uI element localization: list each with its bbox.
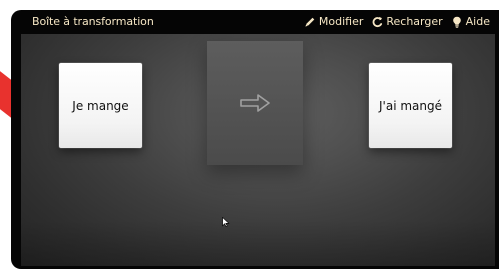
help-label: Aide — [465, 15, 490, 28]
reload-icon — [371, 16, 383, 28]
transformation-canvas: Je mange J'ai mangé — [21, 34, 495, 266]
toolbar-actions: Modifier Recharger Aide — [296, 10, 490, 34]
input-card-label: Je mange — [72, 98, 129, 113]
modify-button[interactable]: Modifier — [304, 10, 363, 34]
transformation-box[interactable] — [207, 41, 303, 165]
reload-label: Recharger — [386, 15, 443, 28]
transformation-widget-frame: Boîte à transformation Modifier Recharge… — [11, 10, 499, 269]
reload-button[interactable]: Recharger — [371, 10, 443, 34]
output-card-label: J'ai mangé — [379, 98, 442, 113]
widget-title: Boîte à transformation — [32, 15, 154, 28]
pencil-icon — [304, 16, 316, 28]
right-arrow-icon — [238, 91, 272, 115]
screenshot-stage: Boîte à transformation Modifier Recharge… — [0, 0, 499, 269]
modify-label: Modifier — [318, 15, 364, 28]
lightbulb-icon — [451, 16, 463, 28]
widget-toolbar: Boîte à transformation Modifier Recharge… — [11, 10, 499, 34]
output-card[interactable]: J'ai mangé — [369, 63, 452, 148]
help-button[interactable]: Aide — [451, 10, 490, 34]
mouse-pointer-icon — [222, 212, 230, 228]
input-card[interactable]: Je mange — [59, 63, 142, 148]
